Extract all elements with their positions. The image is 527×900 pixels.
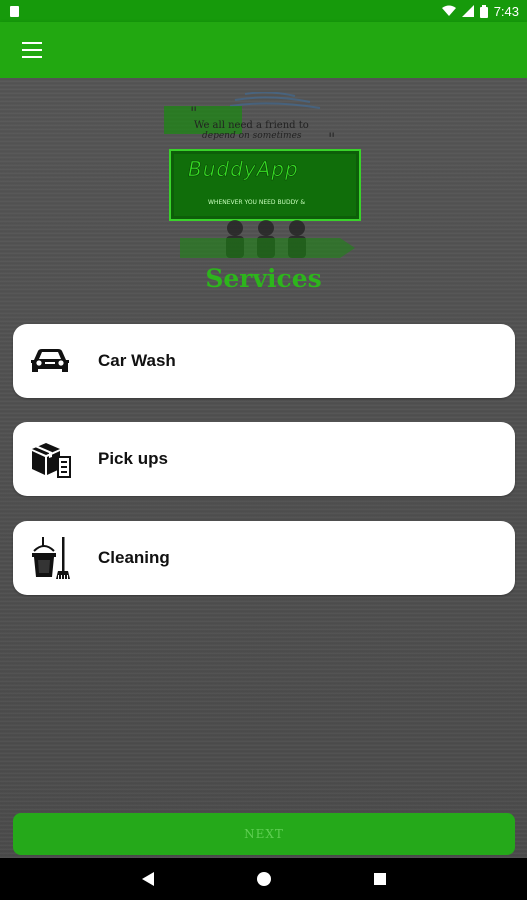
logo-quote-line2: depend on sometimes	[202, 131, 302, 141]
back-icon[interactable]	[138, 869, 158, 889]
boxes-icon	[28, 437, 72, 481]
home-icon[interactable]	[254, 869, 274, 889]
status-bar: 7:43	[0, 0, 527, 22]
service-label: Car Wash	[98, 351, 176, 370]
logo-tagline: WHENEVER YOU NEED BUDDY &	[208, 199, 305, 206]
notification-icon	[10, 5, 19, 17]
service-card-pick-ups[interactable]: Pick ups	[13, 422, 515, 496]
hamburger-menu-icon[interactable]	[22, 42, 42, 58]
service-label: Cleaning	[98, 548, 170, 567]
recents-icon[interactable]	[370, 869, 390, 889]
logo-quote-line1: We all need a friend to	[194, 120, 309, 131]
status-time: 7:43	[493, 3, 519, 19]
system-nav-bar	[0, 858, 527, 900]
cellular-icon	[461, 5, 474, 17]
bucket-mop-icon	[28, 536, 72, 580]
wifi-icon	[441, 5, 456, 16]
battery-icon	[479, 4, 488, 18]
service-card-car-wash[interactable]: Car Wash	[13, 324, 515, 398]
service-card-cleaning[interactable]: Cleaning	[13, 521, 515, 595]
page-title: Services	[205, 264, 322, 293]
svg-text:": "	[328, 129, 335, 148]
app-bar	[0, 22, 527, 78]
app-logo: " We all need a friend to depend on some…	[160, 91, 365, 267]
next-button[interactable]: NEXT	[13, 813, 515, 855]
car-icon	[28, 339, 72, 383]
logo-brand: BuddyApp	[188, 157, 299, 181]
service-label: Pick ups	[98, 449, 168, 468]
